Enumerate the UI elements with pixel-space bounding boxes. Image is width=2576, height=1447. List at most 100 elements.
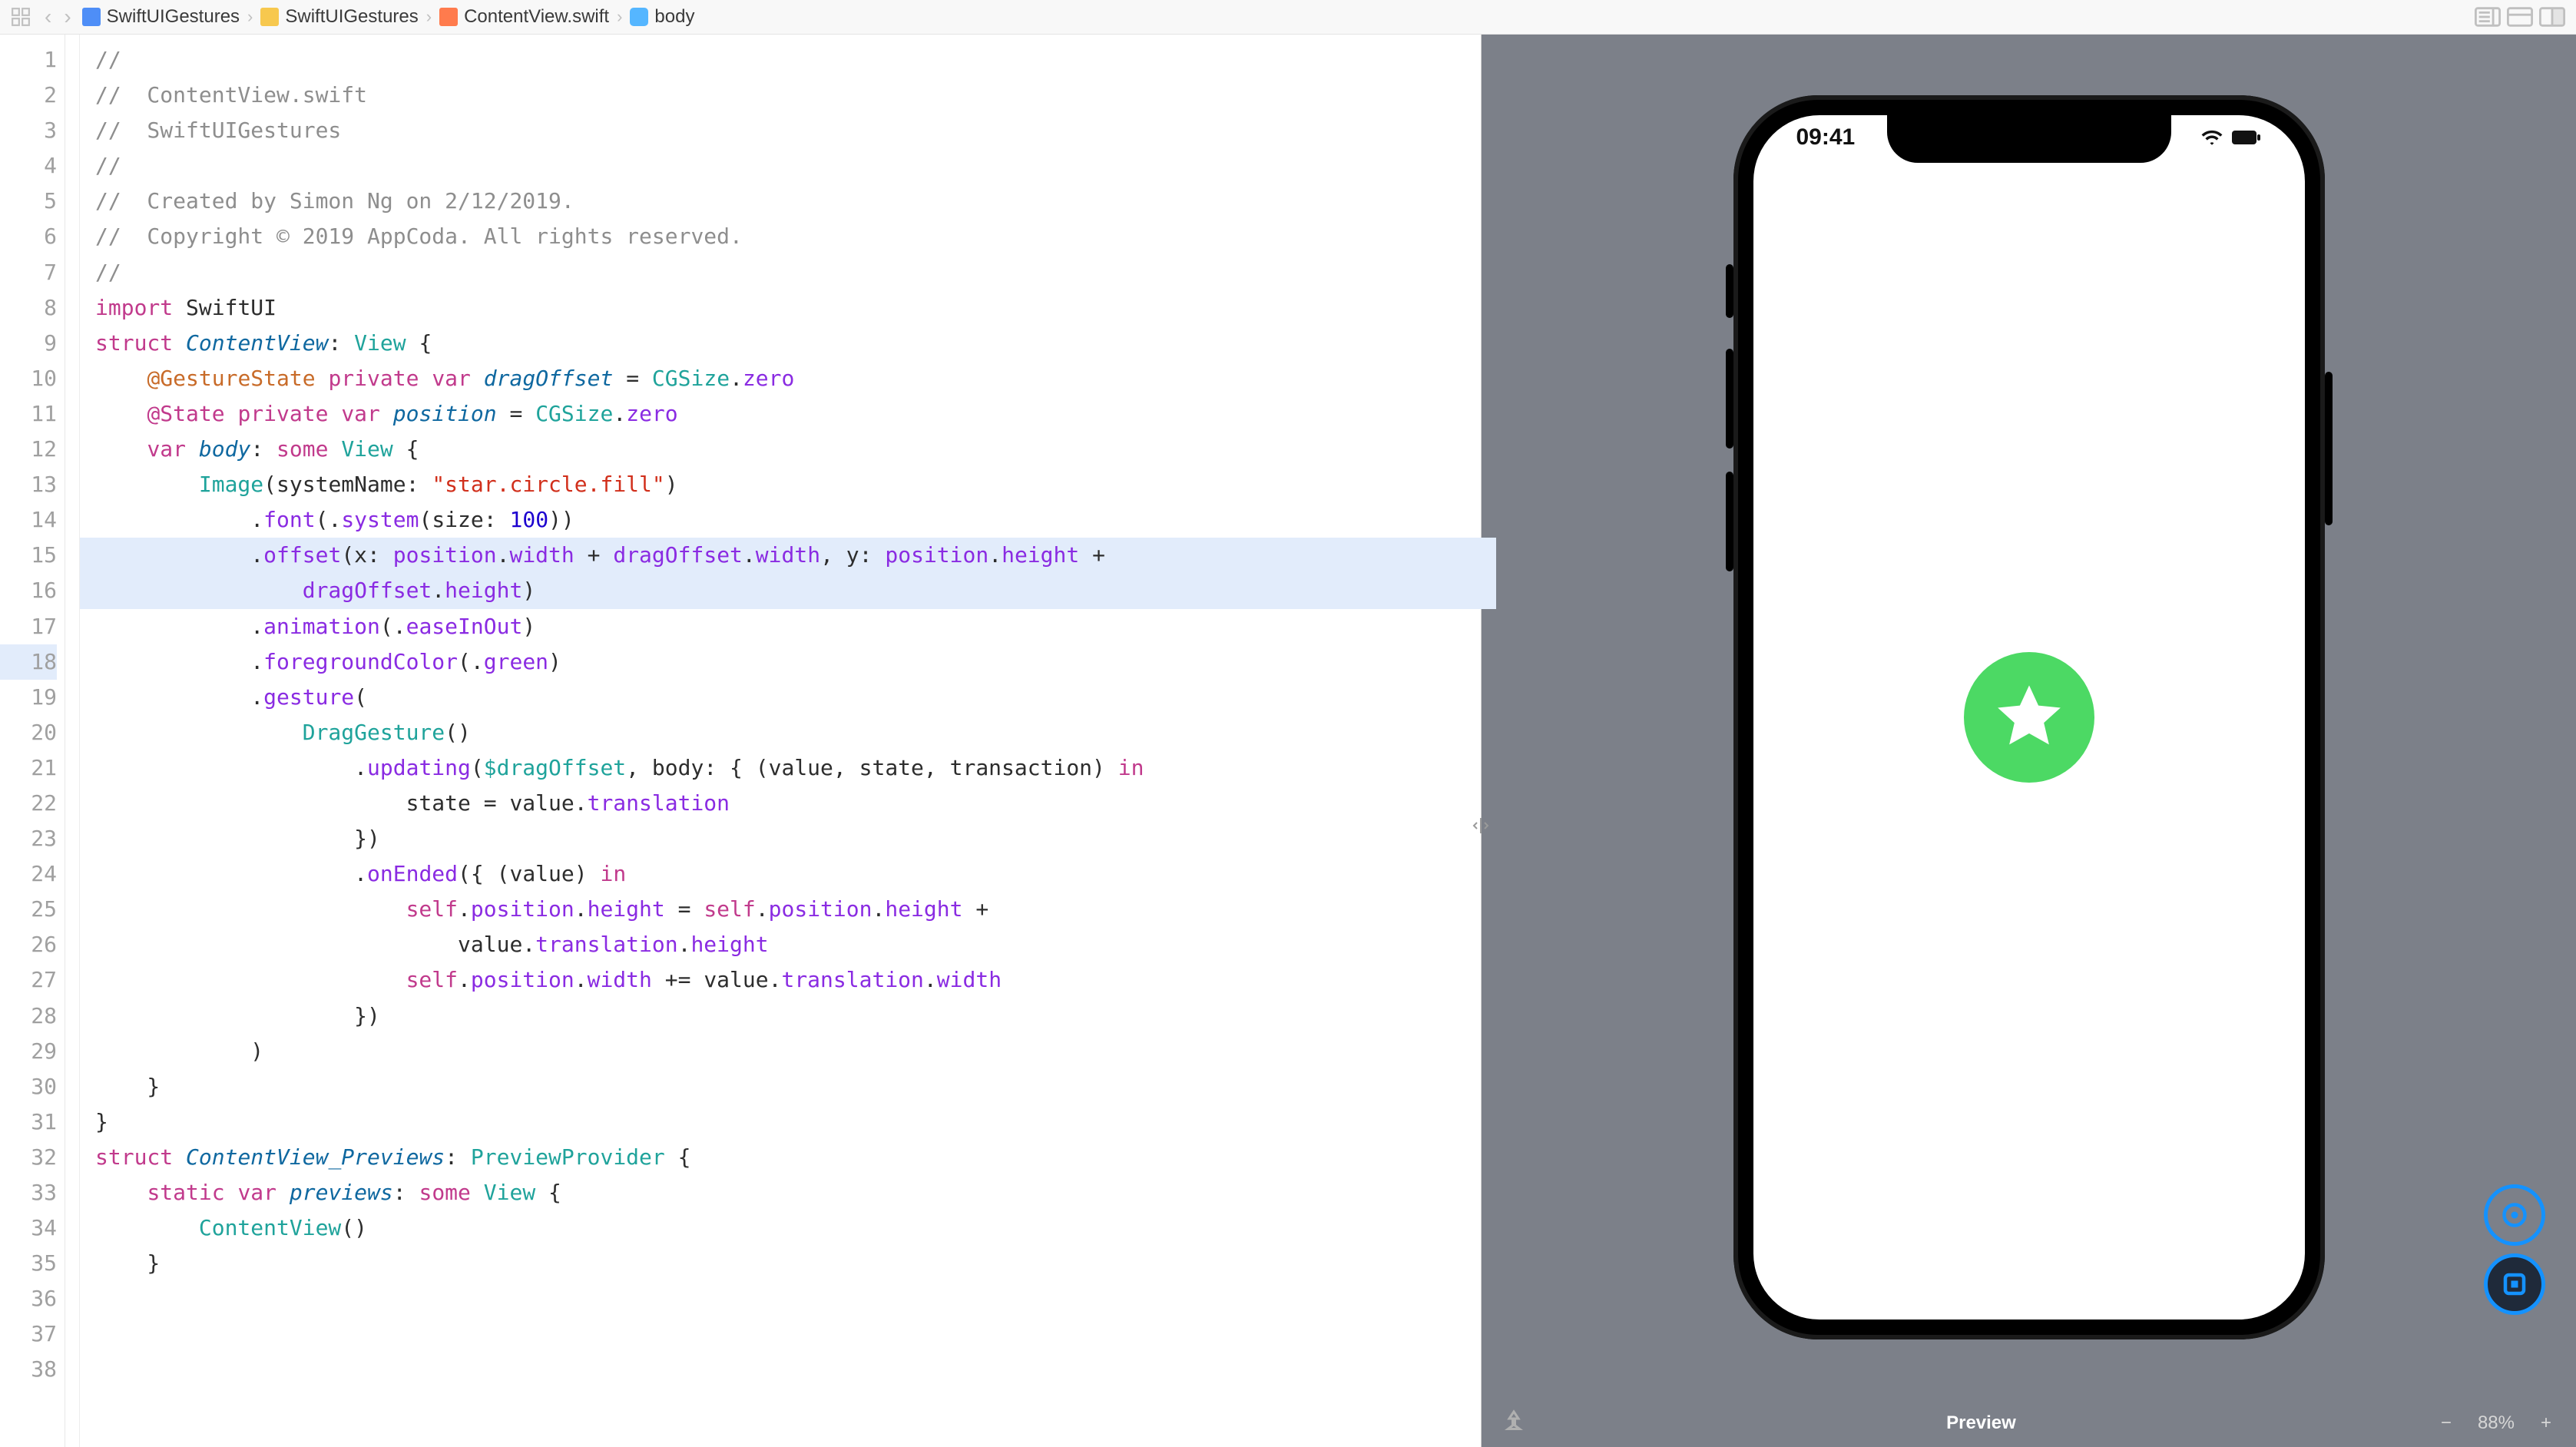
line-number: 13 [0, 467, 57, 502]
code-line[interactable]: import SwiftUI [95, 290, 1481, 326]
code-line[interactable]: // SwiftUIGestures [95, 113, 1481, 148]
zoom-in-button[interactable]: + [2535, 1409, 2558, 1437]
breadcrumb-left: ‹ › SwiftUIGestures › SwiftUIGestures › … [0, 6, 699, 28]
fold-strip[interactable] [65, 35, 80, 1447]
code-line[interactable]: Image(systemName: "star.circle.fill") [95, 467, 1481, 502]
crumb-separator: › [423, 7, 435, 27]
code-line[interactable]: self.position.width += value.translation… [95, 962, 1481, 998]
line-number: 35 [0, 1246, 57, 1281]
code-editor[interactable]: //// ContentView.swift// SwiftUIGestures… [80, 35, 1481, 1447]
code-line[interactable]: struct ContentView: View { [95, 326, 1481, 361]
preview-live-button[interactable] [2484, 1253, 2545, 1315]
related-items-icon[interactable] [11, 7, 31, 27]
line-number: 32 [0, 1140, 57, 1175]
crumb-symbol[interactable]: body [625, 6, 699, 28]
line-number: 24 [0, 856, 57, 892]
crumb-separator: › [614, 7, 625, 27]
line-number: 2 [0, 78, 57, 113]
line-number: 1 [0, 42, 57, 78]
line-number: 30 [0, 1069, 57, 1104]
crumb-project[interactable]: SwiftUIGestures [78, 6, 244, 28]
line-number: 18 [0, 644, 57, 680]
phone-side-button [1726, 264, 1733, 318]
phone-side-button [1726, 349, 1733, 449]
code-line[interactable]: .onEnded({ (value) in [95, 856, 1481, 892]
code-line[interactable]: dragOffset.height) [80, 573, 1496, 608]
code-line[interactable]: } [95, 1104, 1481, 1140]
line-number: 33 [0, 1175, 57, 1210]
crumb-file[interactable]: ContentView.swift [435, 6, 614, 28]
code-line[interactable]: DragGesture() [95, 715, 1481, 750]
code-line[interactable]: } [95, 1069, 1481, 1104]
line-number: 5 [0, 184, 57, 219]
code-line[interactable]: static var previews: some View { [95, 1175, 1481, 1210]
project-icon [82, 8, 101, 26]
line-number: 11 [0, 396, 57, 432]
code-line[interactable]: .animation(.easeInOut) [95, 609, 1481, 644]
code-line[interactable]: }) [95, 998, 1481, 1034]
code-line[interactable]: struct ContentView_Previews: PreviewProv… [95, 1140, 1481, 1175]
line-number: 6 [0, 219, 57, 254]
line-number: 7 [0, 255, 57, 290]
preview-content[interactable] [1753, 115, 2305, 1320]
canvas-toggle-icon[interactable] [2507, 7, 2533, 27]
assistant-toggle-icon[interactable] [2539, 7, 2565, 27]
code-line[interactable]: }) [95, 821, 1481, 856]
crumb-separator: › [244, 7, 256, 27]
code-line[interactable]: .font(.system(size: 100)) [95, 502, 1481, 538]
line-number: 12 [0, 432, 57, 467]
line-number: 37 [0, 1316, 57, 1352]
code-line[interactable]: @GestureState private var dragOffset = C… [95, 361, 1481, 396]
code-line[interactable]: ) [95, 1034, 1481, 1069]
line-number: 14 [0, 502, 57, 538]
code-line[interactable]: // [95, 42, 1481, 78]
swift-file-icon [439, 8, 458, 26]
zoom-level[interactable]: 88% [2472, 1409, 2521, 1437]
star-circle-fill-icon[interactable] [1964, 652, 2094, 783]
line-gutter: 1234567891011121314151617181920212223242… [0, 35, 65, 1447]
line-number: 10 [0, 361, 57, 396]
minimap-toggle-icon[interactable] [2475, 7, 2501, 27]
breadcrumb-right [2472, 7, 2576, 27]
line-number: 16 [0, 573, 57, 608]
line-number: 29 [0, 1034, 57, 1069]
code-line[interactable]: state = value.translation [95, 786, 1481, 821]
editor-pane: 1234567891011121314151617181920212223242… [0, 35, 1481, 1447]
line-number: 34 [0, 1210, 57, 1246]
line-number: 25 [0, 892, 57, 927]
code-line[interactable]: // [95, 148, 1481, 184]
code-line[interactable]: // Created by Simon Ng on 2/12/2019. [95, 184, 1481, 219]
preview-canvas[interactable]: 09:41 [1482, 35, 2576, 1399]
code-line[interactable]: } [95, 1246, 1481, 1281]
code-line[interactable]: .foregroundColor(.green) [95, 644, 1481, 680]
crumb-project-label: SwiftUIGestures [107, 6, 240, 28]
code-line[interactable]: @State private var position = CGSize.zer… [95, 396, 1481, 432]
line-number: 28 [0, 998, 57, 1034]
nav-back-button[interactable]: ‹ [38, 6, 58, 28]
folder-icon [260, 8, 279, 26]
phone-side-button [2325, 372, 2333, 525]
code-line[interactable]: self.position.height = self.position.hei… [95, 892, 1481, 927]
code-line[interactable]: var body: some View { [95, 432, 1481, 467]
line-number: 26 [0, 927, 57, 962]
crumb-group[interactable]: SwiftUIGestures [256, 6, 422, 28]
nav-forward-button[interactable]: › [58, 6, 77, 28]
preview-inspect-button[interactable] [2484, 1184, 2545, 1246]
code-line[interactable]: // Copyright © 2019 AppCoda. All rights … [95, 219, 1481, 254]
code-line[interactable]: value.translation.height [95, 927, 1481, 962]
code-line[interactable]: .offset(x: position.width + dragOffset.w… [80, 538, 1496, 573]
code-line[interactable]: ContentView() [95, 1210, 1481, 1246]
code-line[interactable]: .gesture( [95, 680, 1481, 715]
crumb-group-label: SwiftUIGestures [285, 6, 418, 28]
zoom-out-button[interactable]: − [2435, 1409, 2458, 1437]
crumb-symbol-label: body [654, 6, 694, 28]
code-line[interactable]: .updating($dragOffset, body: { (value, s… [95, 750, 1481, 786]
line-number: 36 [0, 1281, 57, 1316]
code-line[interactable]: // [95, 255, 1481, 290]
line-number: 15 [0, 538, 57, 573]
pin-toggle-icon[interactable] [1500, 1409, 1528, 1437]
iphone-frame: 09:41 [1733, 95, 2325, 1339]
crumb-file-label: ContentView.swift [464, 6, 609, 28]
property-icon [630, 8, 648, 26]
code-line[interactable]: // ContentView.swift [95, 78, 1481, 113]
